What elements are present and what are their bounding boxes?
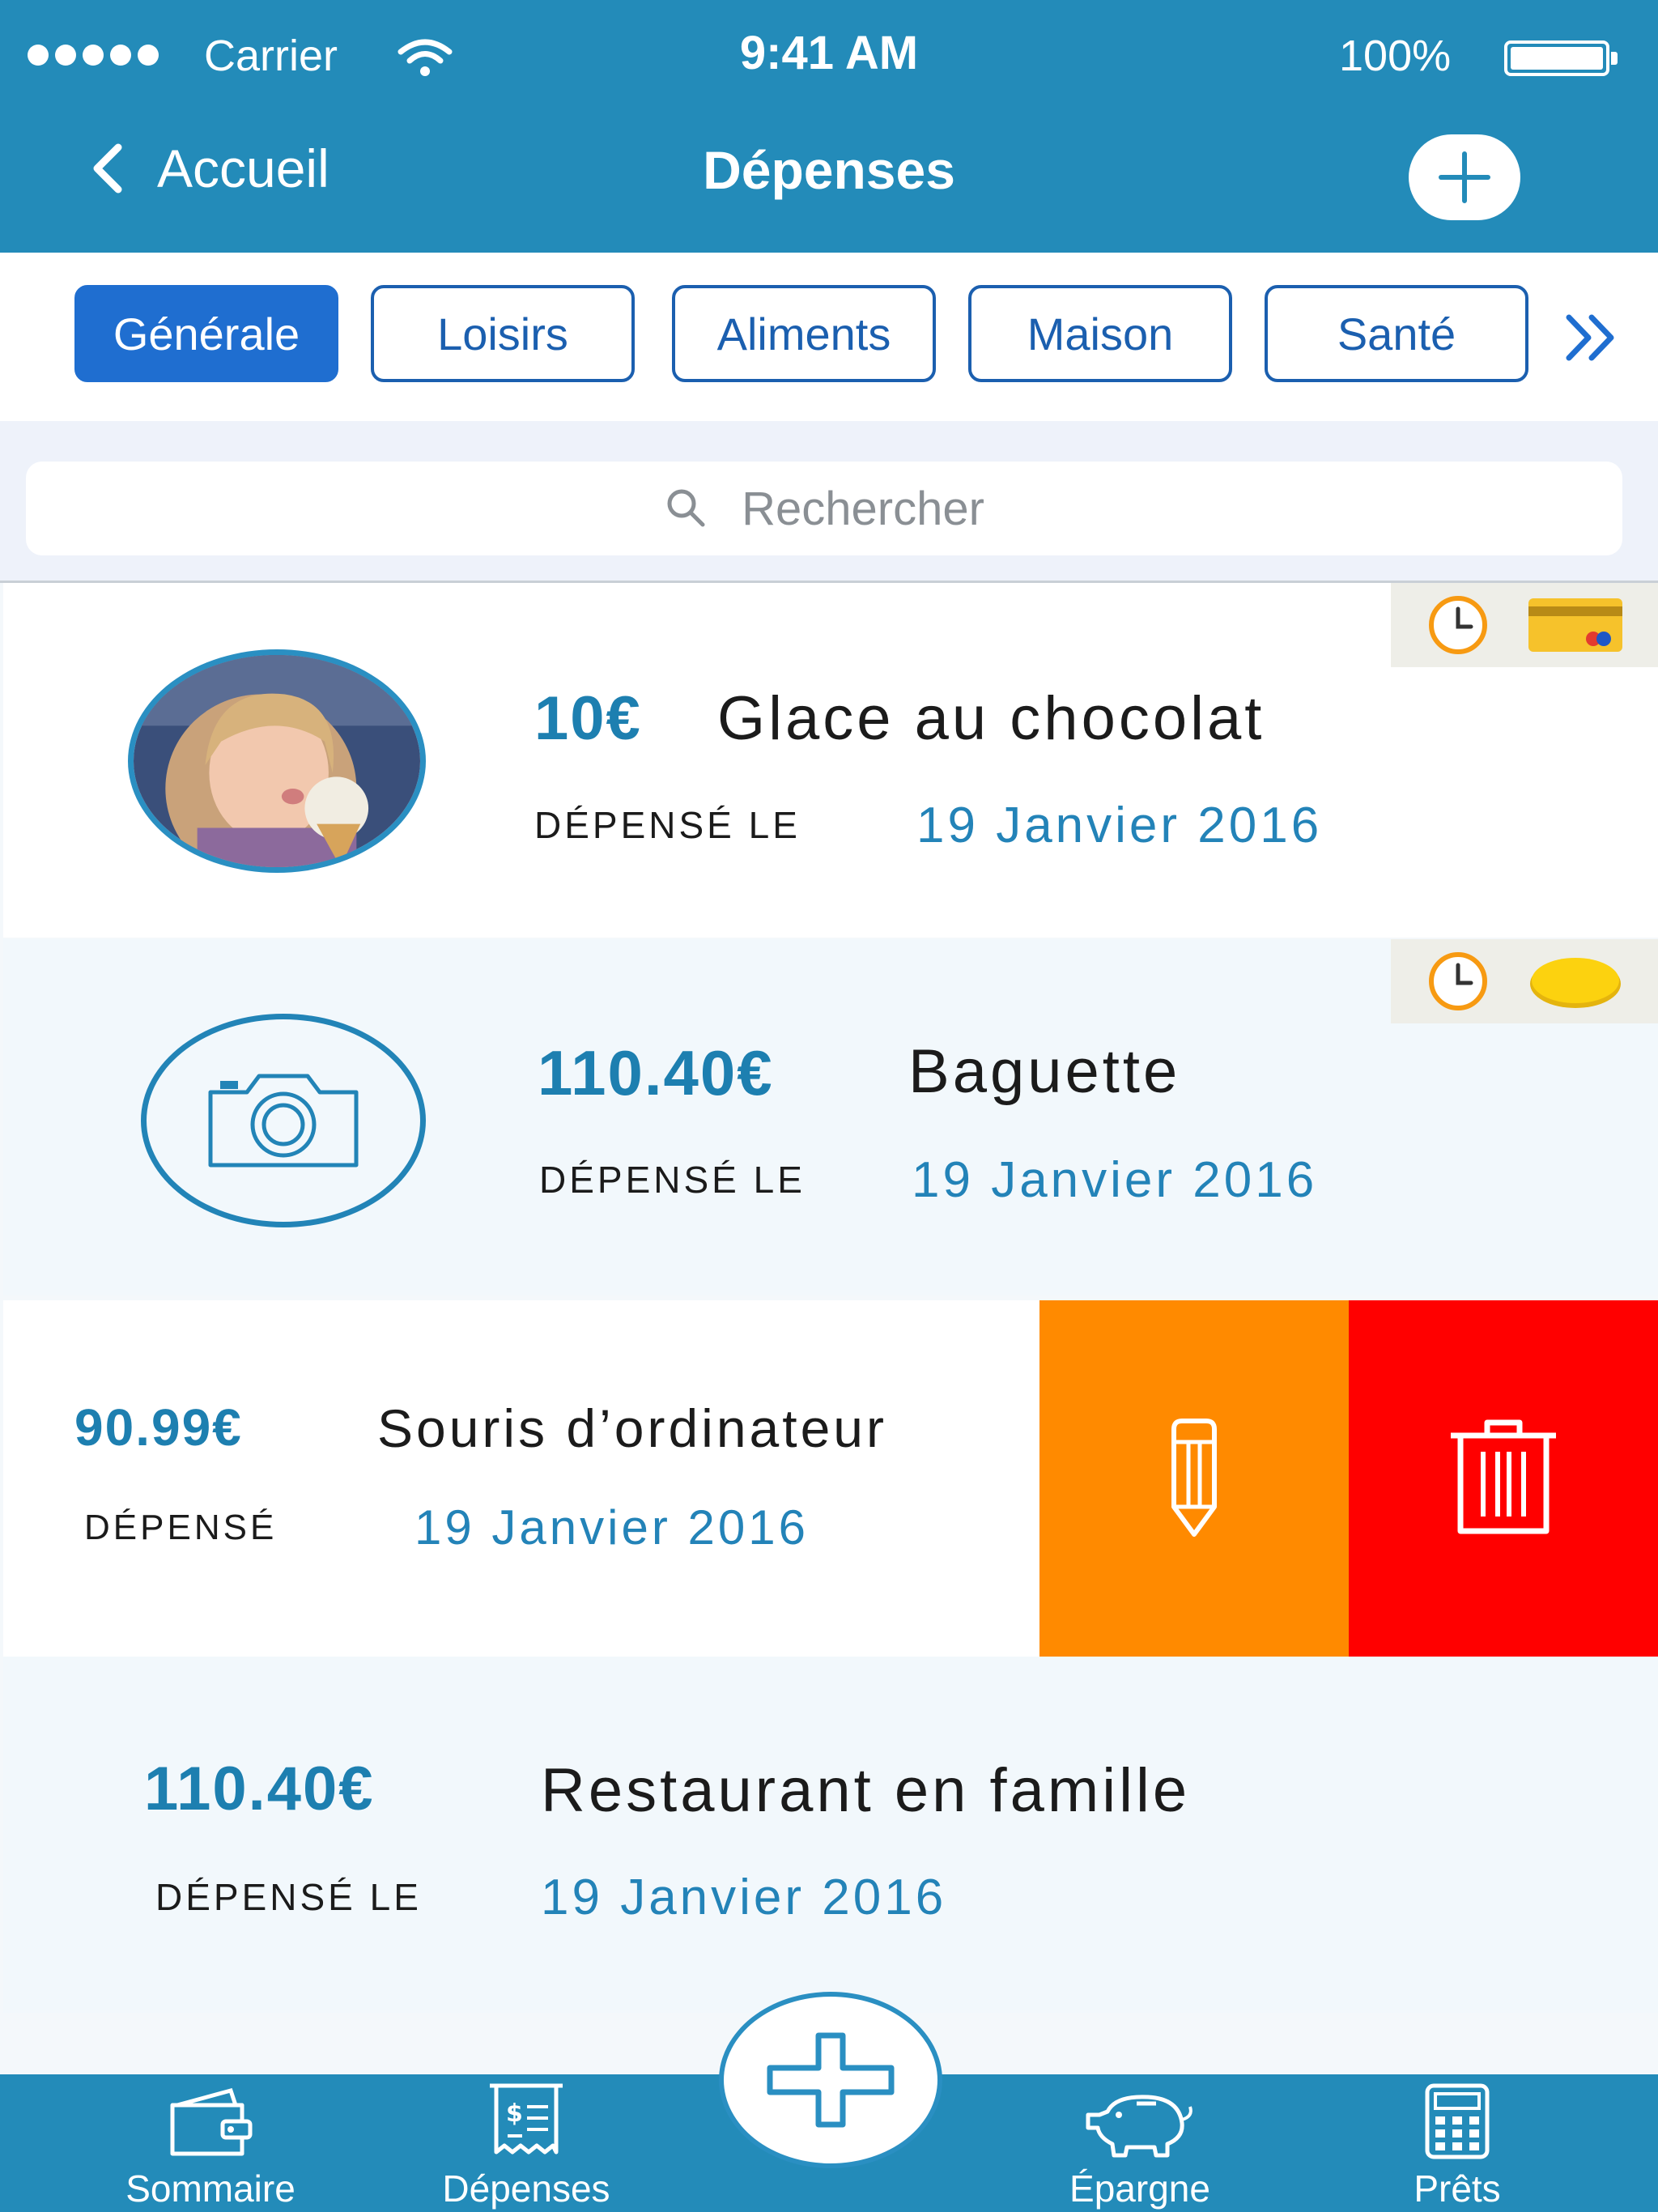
expense-amount: 110.40€ xyxy=(144,1755,375,1823)
expense-amount: 110.40€ xyxy=(538,1037,774,1108)
delete-button[interactable] xyxy=(1349,1300,1658,1657)
expense-row[interactable]: 10€ Glace au chocolat DÉPENSÉ LE 19 Janv… xyxy=(3,583,1658,938)
search-placeholder: Rechercher xyxy=(742,482,984,535)
tab-label: Dépenses xyxy=(442,2167,610,2210)
tab-label: Sommaire xyxy=(125,2167,295,2210)
category-maison[interactable]: Maison xyxy=(968,285,1232,382)
tab-label: Épargne xyxy=(1069,2167,1210,2210)
clock-icon xyxy=(1428,596,1487,654)
calculator-icon xyxy=(1425,2083,1490,2159)
wallet-icon xyxy=(170,2087,253,2156)
expense-date: 19 Janvier 2016 xyxy=(541,1870,947,1925)
expense-label: Glace au chocolat xyxy=(717,684,1265,753)
plus-icon xyxy=(1439,151,1490,203)
edit-button[interactable] xyxy=(1039,1300,1349,1657)
search-area: Rechercher xyxy=(0,421,1658,583)
expense-amount: 90.99€ xyxy=(74,1398,243,1457)
expense-date: 19 Janvier 2016 xyxy=(414,1500,809,1555)
add-expense-fab[interactable] xyxy=(719,1992,942,2168)
category-generale[interactable]: Générale xyxy=(74,285,338,382)
expense-label: Souris d’ordinateur xyxy=(377,1398,887,1458)
header: Carrier 9:41 AM 100% Accueil Dépenses xyxy=(0,0,1658,253)
tab-sommaire[interactable]: Sommaire xyxy=(97,2074,324,2212)
search-input[interactable]: Rechercher xyxy=(26,462,1622,555)
search-icon xyxy=(667,489,705,527)
tab-depenses[interactable]: $ Dépenses xyxy=(413,2074,640,2212)
svg-text:$: $ xyxy=(506,2099,523,2128)
expense-date: 19 Janvier 2016 xyxy=(916,798,1323,853)
expense-photo xyxy=(128,649,426,873)
piggy-bank-icon xyxy=(1086,2095,1192,2158)
expense-amount: 10€ xyxy=(534,684,642,753)
trash-icon xyxy=(1451,1419,1556,1534)
navigation-bar: Accueil Dépenses xyxy=(0,130,1658,220)
expense-label: Baguette xyxy=(908,1037,1181,1106)
category-tabs: Générale Loisirs Aliments Maison Santé xyxy=(0,253,1658,421)
status-bar: Carrier 9:41 AM 100% xyxy=(0,23,1658,87)
category-sante[interactable]: Santé xyxy=(1265,285,1528,382)
pencil-icon xyxy=(1171,1419,1217,1537)
expense-row[interactable]: 110.40€ Baguette DÉPENSÉ LE 19 Janvier 2… xyxy=(3,939,1658,1295)
spent-label: DÉPENSÉ LE xyxy=(534,804,801,846)
coins-icon xyxy=(1529,958,1621,1008)
camera-icon xyxy=(208,1074,359,1168)
add-photo-button[interactable] xyxy=(141,1014,426,1227)
expense-date: 19 Janvier 2016 xyxy=(912,1152,1318,1208)
expense-row-swiped[interactable]: 90.99€ Souris d’ordinateur DÉPENSÉ 19 Ja… xyxy=(3,1300,1658,1657)
payment-badges xyxy=(1391,583,1658,667)
category-loisirs[interactable]: Loisirs xyxy=(371,285,635,382)
add-expense-header-button[interactable] xyxy=(1409,134,1520,220)
expense-label: Restaurant en famille xyxy=(541,1756,1191,1825)
plus-icon xyxy=(767,2032,895,2128)
category-aliments[interactable]: Aliments xyxy=(672,285,936,382)
tab-epargne[interactable]: Épargne xyxy=(1027,2074,1253,2212)
spent-label: DÉPENSÉ xyxy=(84,1508,278,1547)
receipt-icon: $ xyxy=(490,2083,563,2155)
expense-row[interactable]: 110.40€ Restaurant en famille DÉPENSÉ LE… xyxy=(3,1657,1658,2013)
battery-icon xyxy=(1504,40,1618,76)
tab-label: Prêts xyxy=(1414,2167,1501,2210)
battery-percent: 100% xyxy=(1339,32,1452,80)
spent-label: DÉPENSÉ LE xyxy=(155,1876,422,1918)
credit-card-icon xyxy=(1528,598,1622,652)
double-chevron-right-icon[interactable] xyxy=(1562,311,1619,364)
spent-label: DÉPENSÉ LE xyxy=(539,1159,806,1201)
payment-badges xyxy=(1391,939,1658,1023)
clock-icon xyxy=(1428,952,1487,1010)
tab-prets[interactable]: Prêts xyxy=(1344,2074,1571,2212)
